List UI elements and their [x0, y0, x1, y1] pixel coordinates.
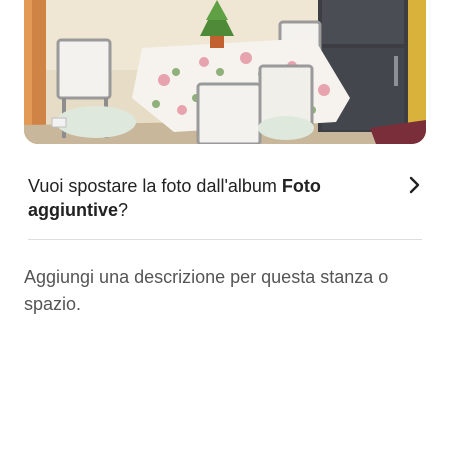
room-photo-illustration	[24, 0, 426, 144]
divider	[28, 239, 422, 240]
room-photo[interactable]	[24, 0, 426, 144]
move-photo-prompt-prefix: Vuoi spostare la foto dall'album	[28, 176, 282, 196]
room-description-input[interactable]: Aggiungi una descrizione per questa stan…	[24, 264, 424, 318]
move-photo-prompt-suffix: ?	[118, 200, 129, 220]
chevron-right-icon	[409, 176, 420, 194]
move-photo-album-row[interactable]: Vuoi spostare la foto dall'album Foto ag…	[28, 168, 422, 228]
move-photo-prompt: Vuoi spostare la foto dall'album Foto ag…	[28, 174, 358, 222]
